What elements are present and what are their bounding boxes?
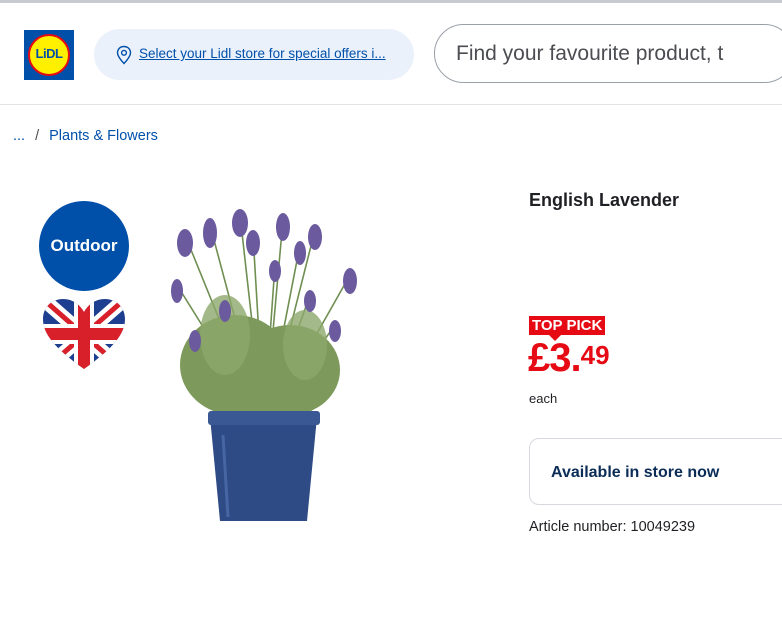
product-title: English Lavender (529, 190, 680, 210)
lidl-logo[interactable]: LiDL (24, 30, 74, 80)
article-number: Article number: 10049239 (529, 519, 696, 535)
product-image-lavender (171, 209, 357, 521)
product-price: £3.49 (528, 336, 610, 381)
store-selector[interactable]: Select your Lidl store for special offer… (94, 29, 414, 80)
store-selector-link[interactable]: Select your Lidl store for special offer… (139, 46, 386, 61)
site-header: LiDL Select your Lidl store for special … (0, 3, 782, 105)
search-input[interactable]: Find your favourite product, t (434, 24, 782, 83)
top-pick-badge: TOP PICK (529, 316, 606, 341)
price-unit: each (529, 391, 558, 406)
price-pence: 49 (580, 340, 610, 370)
location-pin-icon (116, 45, 132, 65)
union-jack-heart-icon (43, 299, 125, 369)
availability-box[interactable]: Available in store now (529, 438, 782, 505)
availability-label: Available in store now (551, 464, 720, 481)
breadcrumb-separator: / (35, 128, 40, 144)
outdoor-badge: Outdoor (39, 201, 129, 291)
breadcrumb-ellipsis[interactable]: ... (13, 128, 25, 144)
breadcrumb: ... / Plants & Flowers (13, 128, 158, 144)
search-placeholder: Find your favourite product, t (456, 42, 724, 65)
price-pounds: £3. (528, 336, 582, 380)
logo-text: LiDL (35, 46, 63, 61)
breadcrumb-plants-flowers[interactable]: Plants & Flowers (49, 128, 158, 144)
